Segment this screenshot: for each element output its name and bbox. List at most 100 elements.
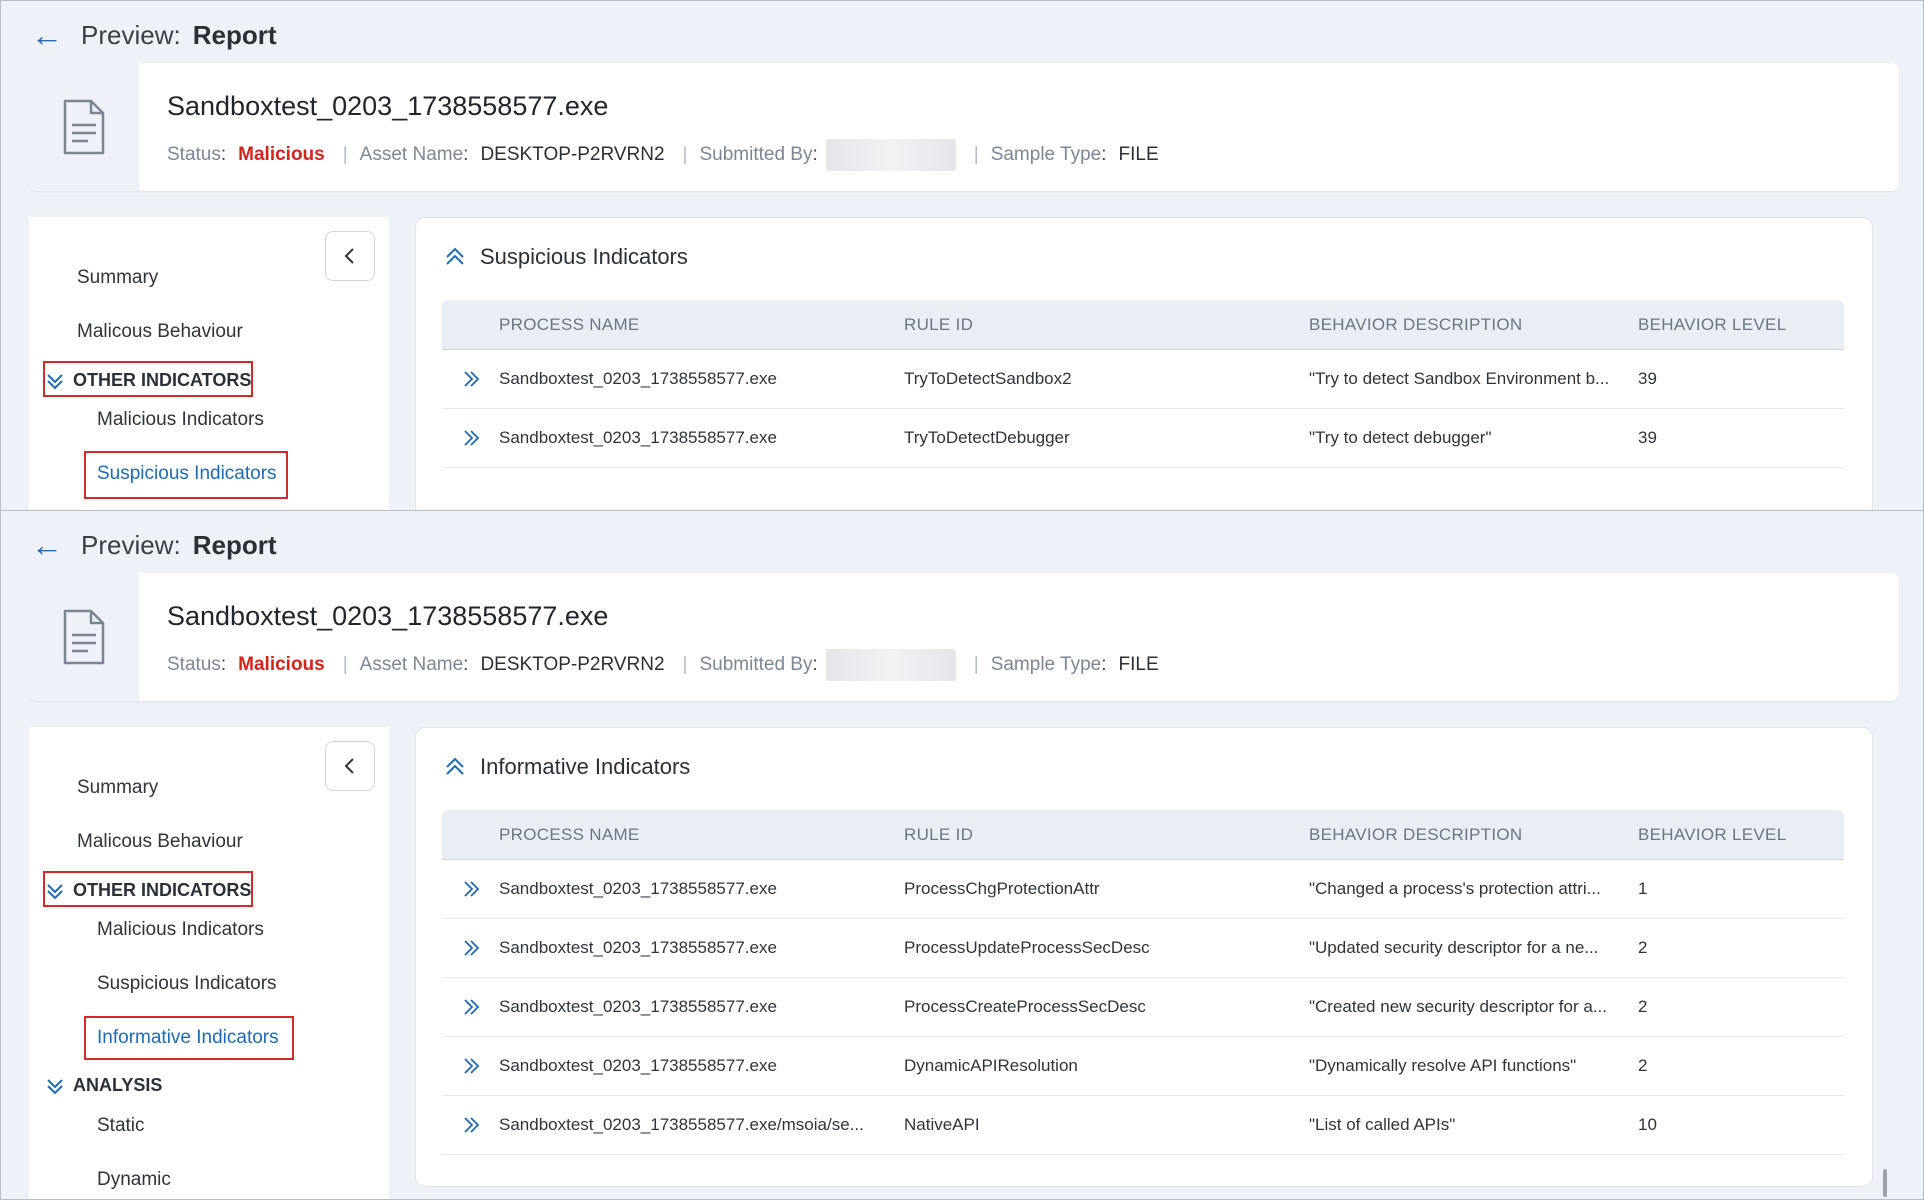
column-header-rule-id[interactable]: RULE ID xyxy=(904,825,1309,845)
asset-name-value: DESKTOP-P2RVRN2 xyxy=(480,144,665,165)
nav-group-other-indicators[interactable]: OTHER INDICATORS xyxy=(45,880,251,901)
nav-group-label: OTHER INDICATORS xyxy=(73,370,252,390)
double-chevron-down-icon xyxy=(45,881,65,901)
cell-rule-id: TryToDetectSandbox2 xyxy=(904,369,1072,388)
nav-informative-indicators[interactable]: Informative Indicators xyxy=(97,1027,279,1049)
nav-suspicious-indicators[interactable]: Suspicious Indicators xyxy=(97,463,277,485)
file-name: Sandboxtest_0203_1738558577.exe xyxy=(167,91,609,121)
collapse-sidebar-button[interactable] xyxy=(325,741,375,791)
cell-behavior-description: "Updated security descriptor for a ne... xyxy=(1309,938,1599,957)
double-chevron-right-icon[interactable] xyxy=(442,429,499,447)
table-row[interactable]: Sandboxtest_0203_1738558577.exe TryToDet… xyxy=(442,350,1844,409)
sample-type-key: Sample Type xyxy=(990,654,1102,675)
cell-process-name: Sandboxtest_0203_1738558577.exe/msoia/se… xyxy=(499,1115,864,1134)
cell-process-name: Sandboxtest_0203_1738558577.exe xyxy=(499,938,777,957)
submitted-by-key: Submitted By xyxy=(699,144,813,165)
double-chevron-right-icon[interactable] xyxy=(442,1057,499,1075)
section-title[interactable]: Suspicious Indicators xyxy=(444,244,688,270)
report-sidebar: Summary Malicous Behaviour OTHER INDICAT… xyxy=(29,217,389,511)
back-arrow-icon[interactable]: ← xyxy=(31,529,63,561)
cell-process-name: Sandboxtest_0203_1738558577.exe xyxy=(499,369,777,388)
column-header-behavior-description[interactable]: BEHAVIOR DESCRIPTION xyxy=(1309,825,1638,845)
double-chevron-right-icon[interactable] xyxy=(442,939,499,957)
preview-label: Preview: xyxy=(81,529,181,560)
column-header-behavior-level[interactable]: BEHAVIOR LEVEL xyxy=(1638,315,1844,335)
nav-summary[interactable]: Summary xyxy=(77,777,158,799)
column-header-rule-id[interactable]: RULE ID xyxy=(904,315,1309,335)
back-arrow-icon[interactable]: ← xyxy=(31,19,63,51)
file-document-icon xyxy=(63,99,105,155)
sample-type-value: FILE xyxy=(1118,654,1159,675)
indicators-card: Informative Indicators PROCESS NAME RULE… xyxy=(415,727,1873,1187)
cell-rule-id: ProcessCreateProcessSecDesc xyxy=(904,997,1146,1016)
submitted-by-redacted xyxy=(825,649,956,681)
nav-dynamic[interactable]: Dynamic xyxy=(97,1169,171,1191)
chevron-left-icon xyxy=(344,758,354,774)
nav-group-other-indicators[interactable]: OTHER INDICATORS xyxy=(45,370,251,391)
nav-summary[interactable]: Summary xyxy=(77,267,158,289)
file-info-card: Sandboxtest_0203_1738558577.exe Status: … xyxy=(29,63,1899,191)
cell-behavior-level: 2 xyxy=(1638,938,1648,957)
double-chevron-right-icon[interactable] xyxy=(442,998,499,1016)
cell-behavior-level: 2 xyxy=(1638,1056,1648,1075)
cell-process-name: Sandboxtest_0203_1738558577.exe xyxy=(499,879,777,898)
nav-malicious-behaviour[interactable]: Malicous Behaviour xyxy=(77,321,243,343)
nav-suspicious-indicators[interactable]: Suspicious Indicators xyxy=(97,973,277,995)
report-panel-informative: ← Preview: Report Sandboxtest_0203_17385… xyxy=(0,510,1924,1200)
cell-behavior-description: "Created new security descriptor for a..… xyxy=(1309,997,1607,1016)
collapse-sidebar-button[interactable] xyxy=(325,231,375,281)
nav-static[interactable]: Static xyxy=(97,1115,145,1137)
status-badge: Malicious xyxy=(238,654,325,675)
cell-behavior-level: 39 xyxy=(1638,369,1657,388)
column-header-process-name[interactable]: PROCESS NAME xyxy=(499,825,904,845)
cell-process-name: Sandboxtest_0203_1738558577.exe xyxy=(499,428,777,447)
cell-behavior-description: "Try to detect Sandbox Environment b... xyxy=(1309,369,1610,388)
nav-malicious-behaviour[interactable]: Malicous Behaviour xyxy=(77,831,243,853)
table-row[interactable]: Sandboxtest_0203_1738558577.exe TryToDet… xyxy=(442,409,1844,468)
table-row[interactable]: Sandboxtest_0203_1738558577.exe DynamicA… xyxy=(442,1037,1844,1096)
cell-process-name: Sandboxtest_0203_1738558577.exe xyxy=(499,997,777,1016)
cell-behavior-level: 10 xyxy=(1638,1115,1657,1134)
table-row[interactable]: Sandboxtest_0203_1738558577.exe ProcessC… xyxy=(442,860,1844,919)
cell-rule-id: NativeAPI xyxy=(904,1115,980,1134)
status-key: Status xyxy=(167,654,221,675)
submitted-by-key: Submitted By xyxy=(699,654,813,675)
table-row[interactable]: Sandboxtest_0203_1738558577.exe ProcessC… xyxy=(442,978,1844,1037)
double-chevron-right-icon[interactable] xyxy=(442,370,499,388)
report-sidebar: Summary Malicous Behaviour OTHER INDICAT… xyxy=(29,727,389,1199)
column-header-behavior-description[interactable]: BEHAVIOR DESCRIPTION xyxy=(1309,315,1638,335)
status-badge: Malicious xyxy=(238,144,325,165)
preview-label: Preview: xyxy=(81,19,181,50)
chevron-left-icon xyxy=(344,248,354,264)
vertical-scrollbar[interactable] xyxy=(1883,1169,1887,1197)
double-chevron-right-icon[interactable] xyxy=(442,880,499,898)
indicators-table: PROCESS NAME RULE ID BEHAVIOR DESCRIPTIO… xyxy=(442,300,1844,468)
table-row[interactable]: Sandboxtest_0203_1738558577.exe/msoia/se… xyxy=(442,1096,1844,1155)
submitted-by-redacted xyxy=(825,139,956,171)
file-name: Sandboxtest_0203_1738558577.exe xyxy=(167,601,609,631)
sample-type-key: Sample Type xyxy=(990,144,1102,165)
sample-type-value: FILE xyxy=(1118,144,1159,165)
preview-header: ← Preview: Report xyxy=(31,525,276,565)
indicators-table: PROCESS NAME RULE ID BEHAVIOR DESCRIPTIO… xyxy=(442,810,1844,1155)
cell-rule-id: ProcessChgProtectionAttr xyxy=(904,879,1100,898)
column-header-process-name[interactable]: PROCESS NAME xyxy=(499,315,904,335)
cell-behavior-level: 2 xyxy=(1638,997,1648,1016)
asset-name-key: Asset Name xyxy=(359,654,464,675)
nav-group-analysis[interactable]: ANALYSIS xyxy=(45,1075,162,1096)
nav-malicious-indicators[interactable]: Malicious Indicators xyxy=(97,409,264,431)
section-title-label: Informative Indicators xyxy=(480,754,691,779)
table-row[interactable]: Sandboxtest_0203_1738558577.exe ProcessU… xyxy=(442,919,1844,978)
asset-name-key: Asset Name xyxy=(359,144,464,165)
nav-malicious-indicators[interactable]: Malicious Indicators xyxy=(97,919,264,941)
cell-rule-id: ProcessUpdateProcessSecDesc xyxy=(904,938,1150,957)
preview-header: ← Preview: Report xyxy=(31,15,276,55)
cell-process-name: Sandboxtest_0203_1738558577.exe xyxy=(499,1056,777,1075)
section-title[interactable]: Informative Indicators xyxy=(444,754,690,780)
file-info-card: Sandboxtest_0203_1738558577.exe Status: … xyxy=(29,573,1899,701)
table-header: PROCESS NAME RULE ID BEHAVIOR DESCRIPTIO… xyxy=(442,810,1844,860)
column-header-behavior-level[interactable]: BEHAVIOR LEVEL xyxy=(1638,825,1844,845)
double-chevron-right-icon[interactable] xyxy=(442,1116,499,1134)
double-chevron-down-icon xyxy=(45,1076,65,1096)
cell-rule-id: DynamicAPIResolution xyxy=(904,1056,1078,1075)
